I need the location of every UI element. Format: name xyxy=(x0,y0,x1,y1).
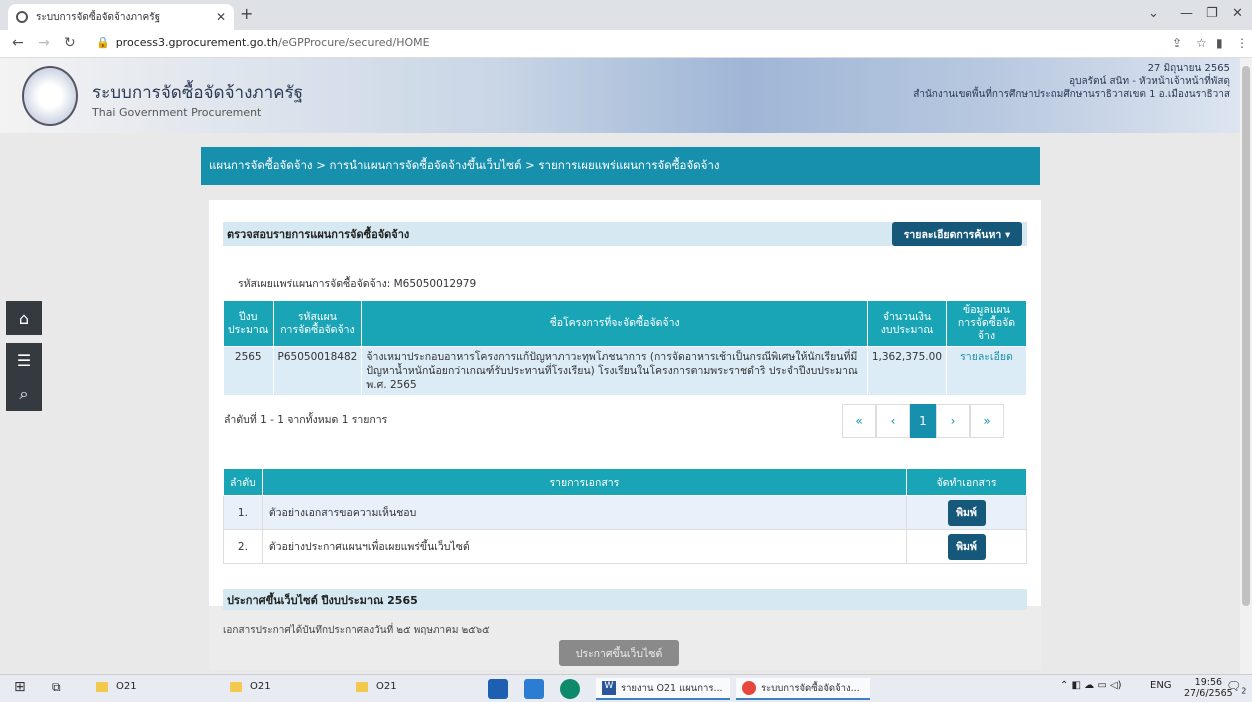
user-org: สำนักงานเขตพื้นที่การศึกษาประถมศึกษานราธ… xyxy=(913,89,1230,100)
cell-plan-code: P65050018482 xyxy=(272,346,363,396)
close-tab-icon[interactable]: ✕ xyxy=(216,10,226,24)
page-1-button[interactable]: 1 xyxy=(910,404,936,438)
folder-icon xyxy=(96,681,108,692)
store-icon[interactable] xyxy=(488,679,508,699)
announce-title: ประกาศขึ้นเว็บไซต์ ปีงบประมาณ 2565 xyxy=(223,589,1027,610)
print-button[interactable]: พิมพ์ xyxy=(947,499,986,526)
col-plan-code: รหัสแผน การจัดซื้อจัดจ้าง xyxy=(272,300,363,347)
url-domain: process3.gprocurement.go.th xyxy=(115,36,279,49)
col-budget: จำนวนเงิน งบประมาณ xyxy=(866,300,948,347)
scroll-thumb[interactable] xyxy=(1242,66,1250,606)
garuda-logo-icon xyxy=(22,66,78,126)
col-year: ปีงบ ประมาณ xyxy=(223,300,274,347)
globe-icon xyxy=(16,11,28,23)
doc-name: ตัวอย่างเอกสารขอความเห็นชอบ xyxy=(261,495,908,530)
system-tray-icons[interactable]: ⌃ ◧ ☁ ▭ ◁) xyxy=(1060,680,1122,691)
result-count: ลำดับที่ 1 - 1 จากทั้งหมด 1 รายการ xyxy=(224,414,388,426)
minimize-icon[interactable]: — xyxy=(1180,6,1193,21)
col-project-name: ชื่อโครงการที่จะจัดซื้อจัดจ้าง xyxy=(361,300,868,347)
hamburger-icon: ☰ xyxy=(16,350,32,370)
doc-no: 1. xyxy=(223,495,263,530)
site-header: ระบบการจัดซื้อจัดจ้างภาครัฐ Thai Governm… xyxy=(0,58,1240,133)
publish-website-button[interactable]: ประกาศขึ้นเว็บไซต์ xyxy=(559,640,679,666)
user-name: อุบลรัตน์ สนิท - หัวหน้าเจ้าหน้าที่พัสดุ xyxy=(1069,76,1230,87)
col-plan-info: ข้อมูลแผน การจัดซื้อจัดจ้าง xyxy=(946,300,1027,347)
page-scrollbar[interactable] xyxy=(1240,58,1252,674)
home-icon: ⌂ xyxy=(18,308,30,328)
home-button[interactable]: ⌂ xyxy=(6,301,42,335)
browser-tab[interactable]: ระบบการจัดซื้อจัดจ้างภาครัฐ ✕ xyxy=(8,4,234,30)
pagination: « ‹ 1 › » xyxy=(842,404,1004,438)
url-path: /eGPProcure/secured/HOME xyxy=(278,36,430,49)
print-button[interactable]: พิมพ์ xyxy=(947,533,986,560)
task-view-icon[interactable]: ⧉ xyxy=(52,680,61,695)
site-subtitle: Thai Government Procurement xyxy=(92,106,262,119)
folder-icon xyxy=(356,681,368,692)
close-window-icon[interactable]: ✕ xyxy=(1232,6,1243,21)
back-icon[interactable]: ← xyxy=(12,35,24,51)
tab-title: ระบบการจัดซื้อจัดจ้างภาครัฐ xyxy=(36,11,161,23)
folder-icon xyxy=(230,681,242,692)
publish-ref-code: รหัสเผยแพร่แผนการจัดซื้อจัดจ้าง: M650500… xyxy=(238,278,477,290)
doc-name: ตัวอย่างประกาศแผนฯเพื่อเผยแพร่ขึ้นเว็บไซ… xyxy=(261,529,908,564)
tab-search-icon[interactable]: ⌄ xyxy=(1148,6,1159,21)
windows-start-icon[interactable]: ⊞ xyxy=(14,679,26,695)
edge-icon[interactable] xyxy=(560,679,580,699)
search-icon: ⌕ xyxy=(19,384,29,403)
taskbar-chrome-item[interactable]: ระบบการจัดซื้อจัดจ้าง... xyxy=(736,678,870,700)
plan-detail-link[interactable]: รายละเอียด xyxy=(946,346,1027,396)
share-icon[interactable]: ⇪ xyxy=(1172,36,1182,50)
current-date: 27 มิถุนายน 2565 xyxy=(1147,63,1230,74)
chrome-icon xyxy=(742,681,756,695)
forward-icon[interactable]: → xyxy=(38,35,50,51)
site-title: ระบบการจัดซื้อจัดจ้างภาครัฐ xyxy=(92,83,304,103)
table-row: 2. ตัวอย่างประกาศแผนฯเพื่อเผยแพร่ขึ้นเว็… xyxy=(223,529,1027,564)
breadcrumb[interactable]: แผนการจัดซื้อจัดจ้าง > การนำแผนการจัดซื้… xyxy=(201,147,1040,185)
cell-year: 2565 xyxy=(223,346,274,396)
word-icon: W xyxy=(602,681,616,695)
cell-project-name: จ้างเหมาประกอบอาหารโครงการแก้ปัญหาภาวะทุ… xyxy=(361,346,868,396)
star-icon[interactable]: ☆ xyxy=(1196,36,1207,50)
taskbar-word-item[interactable]: W รายงาน O21 แผนการ... xyxy=(596,678,730,700)
menu-dots-icon[interactable]: ⋮ xyxy=(1236,36,1248,50)
documents-table: ลำดับ รายการเอกสาร จัดทำเอกสาร 1. ตัวอย่… xyxy=(223,468,1027,564)
last-page-button[interactable]: » xyxy=(970,404,1004,438)
user-info: 27 มิถุนายน 2565 อุบลรัตน์ สนิท - หัวหน้… xyxy=(913,62,1230,101)
url-field[interactable]: 🔒 process3.gprocurement.go.th/eGPProcure/… xyxy=(96,36,430,49)
notification-icon[interactable]: 🗨2 xyxy=(1226,679,1246,695)
main-panel: ตรวจสอบรายการแผนการจัดซื้อจัดจ้าง รายละเ… xyxy=(209,200,1041,670)
col-document: รายการเอกสาร xyxy=(261,468,908,496)
menu-button[interactable]: ☰ xyxy=(6,343,42,377)
table-row: 2565 P65050018482 จ้างเหมาประกอบอาหารโคร… xyxy=(223,346,1027,396)
sidepanel-icon[interactable]: ▮ xyxy=(1216,36,1223,50)
first-page-button[interactable]: « xyxy=(842,404,876,438)
cell-budget: 1,362,375.00 xyxy=(866,346,948,396)
taskbar-folder-1[interactable]: O21 xyxy=(96,681,137,692)
plan-table: ปีงบ ประมาณ รหัสแผน การจัดซื้อจัดจ้าง ชื่อ… xyxy=(223,300,1027,396)
input-language[interactable]: ENG xyxy=(1150,680,1172,691)
col-no: ลำดับ xyxy=(223,468,263,496)
search-details-button[interactable]: รายละเอียดการค้นหา ▾ xyxy=(892,222,1022,246)
new-tab-button[interactable]: + xyxy=(240,4,253,23)
table-row: 1. ตัวอย่างเอกสารขอความเห็นชอบ พิมพ์ xyxy=(223,495,1027,530)
search-button[interactable]: ⌕ xyxy=(6,377,42,411)
mail-icon[interactable] xyxy=(524,679,544,699)
taskbar-folder-3[interactable]: O21 xyxy=(356,681,397,692)
lock-icon: 🔒 xyxy=(96,36,110,49)
announce-text: เอกสารประกาศได้บันทึกประกาศลงวันที่ ๒๕ พ… xyxy=(223,625,490,636)
taskbar: ⊞ ⧉ O21 O21 O21 W รายงาน O21 แผนการ... ระ… xyxy=(0,674,1252,702)
restore-icon[interactable]: ❐ xyxy=(1206,6,1218,21)
doc-no: 2. xyxy=(223,529,263,564)
address-bar: ← → ↻ 🔒 process3.gprocurement.go.th/eGPPr… xyxy=(0,30,1252,58)
browser-tab-strip: ระบบการจัดซื้อจัดจ้างภาครัฐ ✕ + ⌄ — ❐ ✕ xyxy=(0,0,1252,30)
taskbar-folder-2[interactable]: O21 xyxy=(230,681,271,692)
reload-icon[interactable]: ↻ xyxy=(64,35,76,51)
col-make-document: จัดทำเอกสาร xyxy=(906,468,1027,496)
next-page-button[interactable]: › xyxy=(936,404,970,438)
prev-page-button[interactable]: ‹ xyxy=(876,404,910,438)
